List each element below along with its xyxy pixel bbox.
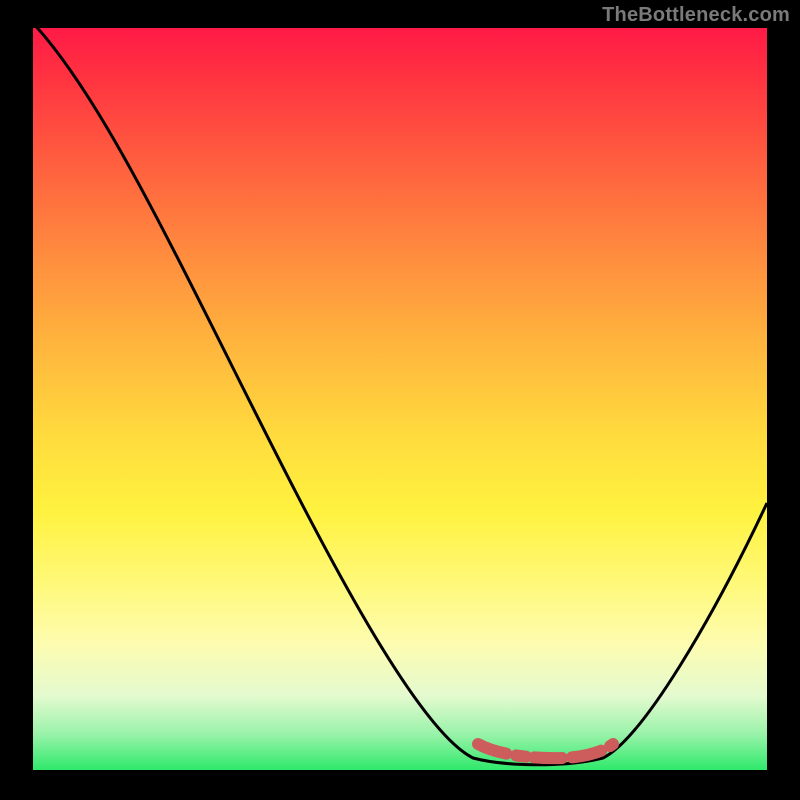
curve-path [33, 28, 767, 765]
chart-frame: TheBottleneck.com [0, 0, 800, 800]
bottleneck-curve [33, 28, 767, 770]
flat-bottom-marker [478, 744, 613, 758]
attribution-text: TheBottleneck.com [602, 4, 790, 27]
plot-area [33, 28, 767, 770]
